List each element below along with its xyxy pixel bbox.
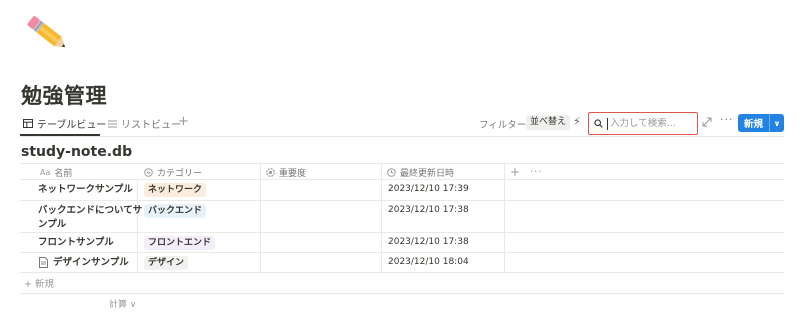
page-icon bbox=[39, 257, 48, 268]
status-icon bbox=[266, 167, 275, 177]
row-name[interactable]: フロントサンプル bbox=[38, 236, 114, 250]
table-row[interactable]: フロントサンプル フロントエンド 2023/12/10 17:38 bbox=[20, 233, 784, 253]
column-more-icon[interactable]: ··· bbox=[530, 164, 543, 180]
category-tag[interactable]: デザイン bbox=[144, 256, 189, 270]
view-toolbar: テーブルビュー リストビュー + フィルター 並べ替え ⚡ ··· 新規 ∨ bbox=[20, 112, 784, 136]
column-header-importance[interactable]: 重要度 bbox=[266, 164, 306, 180]
row-updated: 2023/12/10 17:39 bbox=[388, 184, 469, 194]
column-header-name[interactable]: Aa 名前 bbox=[40, 164, 72, 180]
table-icon bbox=[23, 119, 33, 128]
new-button[interactable]: 新規 ∨ bbox=[738, 114, 784, 132]
footer-divider bbox=[20, 293, 784, 294]
table-row[interactable]: ネットワークサンプル ネットワーク 2023/12/10 17:39 bbox=[20, 180, 784, 201]
category-tag[interactable]: バックエンド bbox=[144, 204, 207, 218]
pencil-icon[interactable] bbox=[20, 8, 74, 58]
new-button-label: 新規 bbox=[744, 119, 764, 130]
add-view-button[interactable]: + bbox=[178, 114, 189, 129]
add-new-row-button[interactable]: + 新規 bbox=[24, 276, 54, 290]
search-input[interactable] bbox=[607, 117, 695, 130]
category-tag[interactable]: ネットワーク bbox=[144, 183, 207, 197]
row-name[interactable]: バックエンドについてサ bbox=[38, 204, 142, 218]
column-header-importance-label: 重要度 bbox=[279, 168, 307, 179]
row-updated: 2023/12/10 18:04 bbox=[388, 257, 469, 267]
clock-icon bbox=[387, 167, 396, 177]
row-name[interactable]: デザインサンプル bbox=[53, 256, 129, 270]
search-icon bbox=[594, 119, 603, 128]
page-title[interactable]: 勉強管理 bbox=[21, 80, 107, 110]
more-options-icon[interactable]: ··· bbox=[720, 113, 734, 126]
chevron-down-icon[interactable]: ∨ bbox=[770, 119, 784, 128]
search-box[interactable] bbox=[588, 112, 698, 135]
column-header-category[interactable]: カテゴリー bbox=[144, 164, 202, 180]
toolbar-divider bbox=[20, 136, 784, 137]
tab-table-view[interactable]: テーブルビュー bbox=[23, 116, 106, 131]
database-title[interactable]: study-note.db bbox=[21, 144, 132, 160]
calculate-button[interactable]: 計算 ∨ bbox=[109, 297, 136, 310]
text-property-icon: Aa bbox=[40, 167, 51, 177]
column-header-updated[interactable]: 最終更新日時 bbox=[387, 164, 454, 180]
row-name-continued[interactable]: ンプル bbox=[38, 218, 66, 232]
row-updated: 2023/12/10 17:38 bbox=[388, 237, 469, 247]
sort-button[interactable]: 並べ替え bbox=[526, 115, 571, 130]
column-header-updated-label: 最終更新日時 bbox=[400, 168, 455, 179]
column-header-category-label: カテゴリー bbox=[157, 168, 203, 179]
expand-icon[interactable] bbox=[702, 117, 712, 127]
select-icon bbox=[144, 167, 153, 177]
category-tag[interactable]: フロントエンド bbox=[144, 236, 216, 250]
automation-icon[interactable]: ⚡ bbox=[573, 115, 581, 128]
list-icon bbox=[108, 120, 117, 127]
tab-list-view-label: リストビュー bbox=[121, 120, 181, 131]
column-header-name-label: 名前 bbox=[54, 168, 73, 179]
tab-table-view-label: テーブルビュー bbox=[37, 120, 107, 131]
table-row[interactable]: バックエンドについてサ ンプル バックエンド 2023/12/10 17:38 bbox=[20, 201, 784, 233]
table-header: Aa 名前 カテゴリー 重要度 最終更新日時 + ··· bbox=[20, 163, 784, 180]
table-row[interactable]: デザインサンプル デザイン 2023/12/10 18:04 bbox=[20, 253, 784, 273]
row-name[interactable]: ネットワークサンプル bbox=[38, 183, 133, 197]
tab-list-view[interactable]: リストビュー bbox=[108, 116, 181, 131]
database-more-icon[interactable]: ··· bbox=[119, 142, 133, 156]
add-property-button[interactable]: + bbox=[510, 164, 520, 180]
row-updated: 2023/12/10 17:38 bbox=[388, 205, 469, 215]
filter-button[interactable]: フィルター bbox=[479, 117, 526, 131]
